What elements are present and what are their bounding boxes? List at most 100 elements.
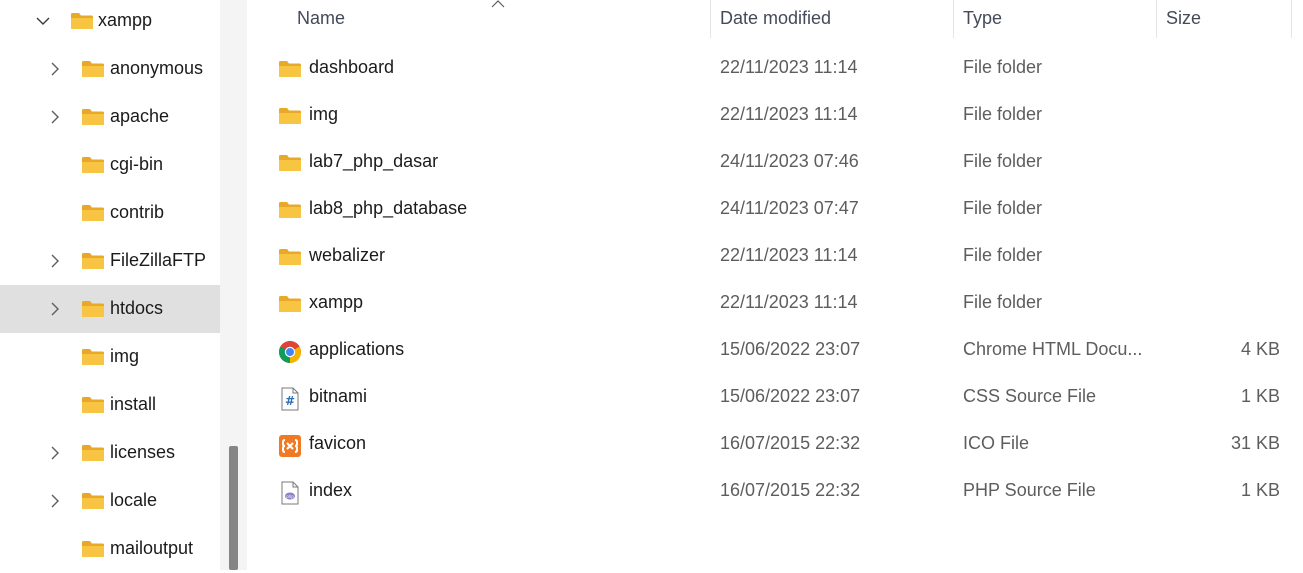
tree-item-label: FileZillaFTP (110, 250, 207, 270)
column-header-date-label: Date modified (720, 8, 832, 28)
folder-icon (81, 204, 105, 222)
tree-item-cgi-bin[interactable]: cgi-bin (0, 141, 220, 189)
file-type: ICO File (963, 433, 1030, 453)
folder-icon (81, 492, 105, 510)
file-name: applications (309, 339, 405, 359)
tree-item-contrib[interactable]: contrib (0, 189, 220, 237)
file-date-modified: 16/07/2015 22:32 (720, 480, 861, 500)
file-row[interactable]: php index 16/07/2015 22:32 PHP Source File 1… (267, 469, 1303, 516)
file-date-modified: 16/07/2015 22:32 (720, 433, 861, 453)
folder-icon (278, 60, 302, 84)
file-date-modified: 22/11/2023 11:14 (720, 57, 858, 77)
file-date-modified: 22/11/2023 11:14 (720, 104, 858, 124)
tree-item-licenses[interactable]: licenses (0, 429, 220, 477)
folder-icon (81, 348, 105, 366)
folder-icon (81, 444, 105, 462)
column-header-type[interactable]: Type (954, 0, 1156, 38)
folder-icon (81, 540, 105, 558)
file-type: File folder (963, 151, 1043, 171)
php-file-icon: php (278, 481, 302, 505)
file-date-modified: 22/11/2023 11:14 (720, 292, 858, 312)
file-row[interactable]: dashboard 22/11/2023 11:14 File folder (267, 46, 1303, 93)
file-type: CSS Source File (963, 386, 1097, 406)
file-name: img (309, 104, 339, 124)
column-header-name-label: Name (297, 8, 346, 28)
file-date-modified: 22/11/2023 11:14 (720, 245, 858, 265)
css-file-icon: # (278, 387, 302, 411)
folder-icon (81, 108, 105, 126)
folder-icon (81, 396, 105, 414)
column-header-size[interactable]: Size (1157, 0, 1291, 38)
tree-item-locale[interactable]: locale (0, 477, 220, 525)
folder-icon (278, 154, 302, 178)
svg-text:#: # (285, 394, 295, 408)
tree-item-apache[interactable]: apache (0, 93, 220, 141)
tree-item-htdocs[interactable]: htdocs (0, 285, 220, 333)
xampp-ico-icon (278, 434, 302, 458)
chevron-right-icon[interactable] (45, 299, 65, 319)
file-type: PHP Source File (963, 480, 1096, 500)
svg-text:php: php (286, 494, 294, 499)
tree-item-label: apache (110, 106, 170, 126)
file-date-modified: 15/06/2022 23:07 (720, 386, 861, 406)
folder-icon (278, 295, 302, 319)
file-type: File folder (963, 198, 1043, 218)
folder-icon (278, 248, 302, 272)
tree-item-label: locale (110, 490, 158, 510)
tree-item-img[interactable]: img (0, 333, 220, 381)
tree-item-mailoutput[interactable]: mailoutput (0, 525, 220, 573)
file-size: 1 KB (1240, 480, 1280, 500)
tree-item-label: install (110, 394, 157, 414)
folder-icon (278, 107, 302, 131)
folder-icon (70, 12, 94, 30)
navigation-pane: xampp anonymous apache cgi-bin contrib FileZi… (0, 0, 226, 570)
column-header-date[interactable]: Date modified (711, 0, 953, 38)
tree-item-label: anonymous (110, 58, 204, 78)
chevron-right-icon[interactable] (45, 107, 65, 127)
file-row[interactable]: applications 15/06/2022 23:07 Chrome HTML … (267, 328, 1303, 375)
column-header-name[interactable]: Name (247, 0, 711, 38)
folder-icon (81, 60, 105, 78)
tree-item-label: contrib (110, 202, 165, 222)
file-date-modified: 24/11/2023 07:47 (720, 198, 859, 218)
chevron-down-icon[interactable] (33, 11, 53, 31)
file-date-modified: 15/06/2022 23:07 (720, 339, 861, 359)
tree-item-label: mailoutput (110, 538, 194, 558)
file-type: Chrome HTML Docu... (963, 339, 1143, 359)
chevron-right-icon[interactable] (45, 59, 65, 79)
file-row[interactable]: webalizer 22/11/2023 11:14 File folder (267, 234, 1303, 281)
file-type: File folder (963, 245, 1043, 265)
file-name: webalizer (309, 245, 386, 265)
chevron-right-icon[interactable] (45, 251, 65, 271)
navigation-scrollbar-thumb[interactable] (229, 446, 238, 570)
file-row[interactable]: favicon 16/07/2015 22:32 ICO File 31 KB (267, 422, 1303, 469)
column-header-size-label: Size (1166, 8, 1202, 28)
file-row[interactable]: # bitnami 15/06/2022 23:07 CSS Source File 1… (267, 375, 1303, 422)
file-name: lab7_php_dasar (309, 151, 439, 171)
file-row[interactable]: lab8_php_database 24/11/2023 07:47 File fo… (267, 187, 1303, 234)
file-date-modified: 24/11/2023 07:46 (720, 151, 859, 171)
file-name: bitnami (309, 386, 368, 406)
tree-item-label: cgi-bin (110, 154, 164, 174)
chevron-right-icon[interactable] (45, 443, 65, 463)
tree-item-filezillaftp[interactable]: FileZillaFTP (0, 237, 220, 285)
tree-item-label: xampp (98, 10, 153, 30)
chevron-right-icon[interactable] (45, 491, 65, 511)
tree-item-install[interactable]: install (0, 381, 220, 429)
file-size: 1 KB (1240, 386, 1280, 406)
file-row[interactable]: xampp 22/11/2023 11:14 File folder (267, 281, 1303, 328)
file-size: 4 KB (1240, 339, 1280, 359)
tree-item-label: img (110, 346, 140, 366)
file-row[interactable]: img 22/11/2023 11:14 File folder (267, 93, 1303, 140)
tree-item-xampp[interactable]: xampp (0, 0, 220, 45)
file-type: File folder (963, 104, 1043, 124)
file-name: dashboard (309, 57, 395, 77)
file-name: lab8_php_database (309, 198, 468, 218)
folder-icon (81, 300, 105, 318)
folder-icon (278, 201, 302, 225)
column-divider[interactable] (1291, 0, 1292, 38)
column-header-type-label: Type (963, 8, 1003, 28)
tree-item-anonymous[interactable]: anonymous (0, 45, 220, 93)
file-row[interactable]: lab7_php_dasar 24/11/2023 07:46 File folde… (267, 140, 1303, 187)
file-list-pane: Name Date modified Type Size dashboard 22… (247, 0, 1303, 570)
